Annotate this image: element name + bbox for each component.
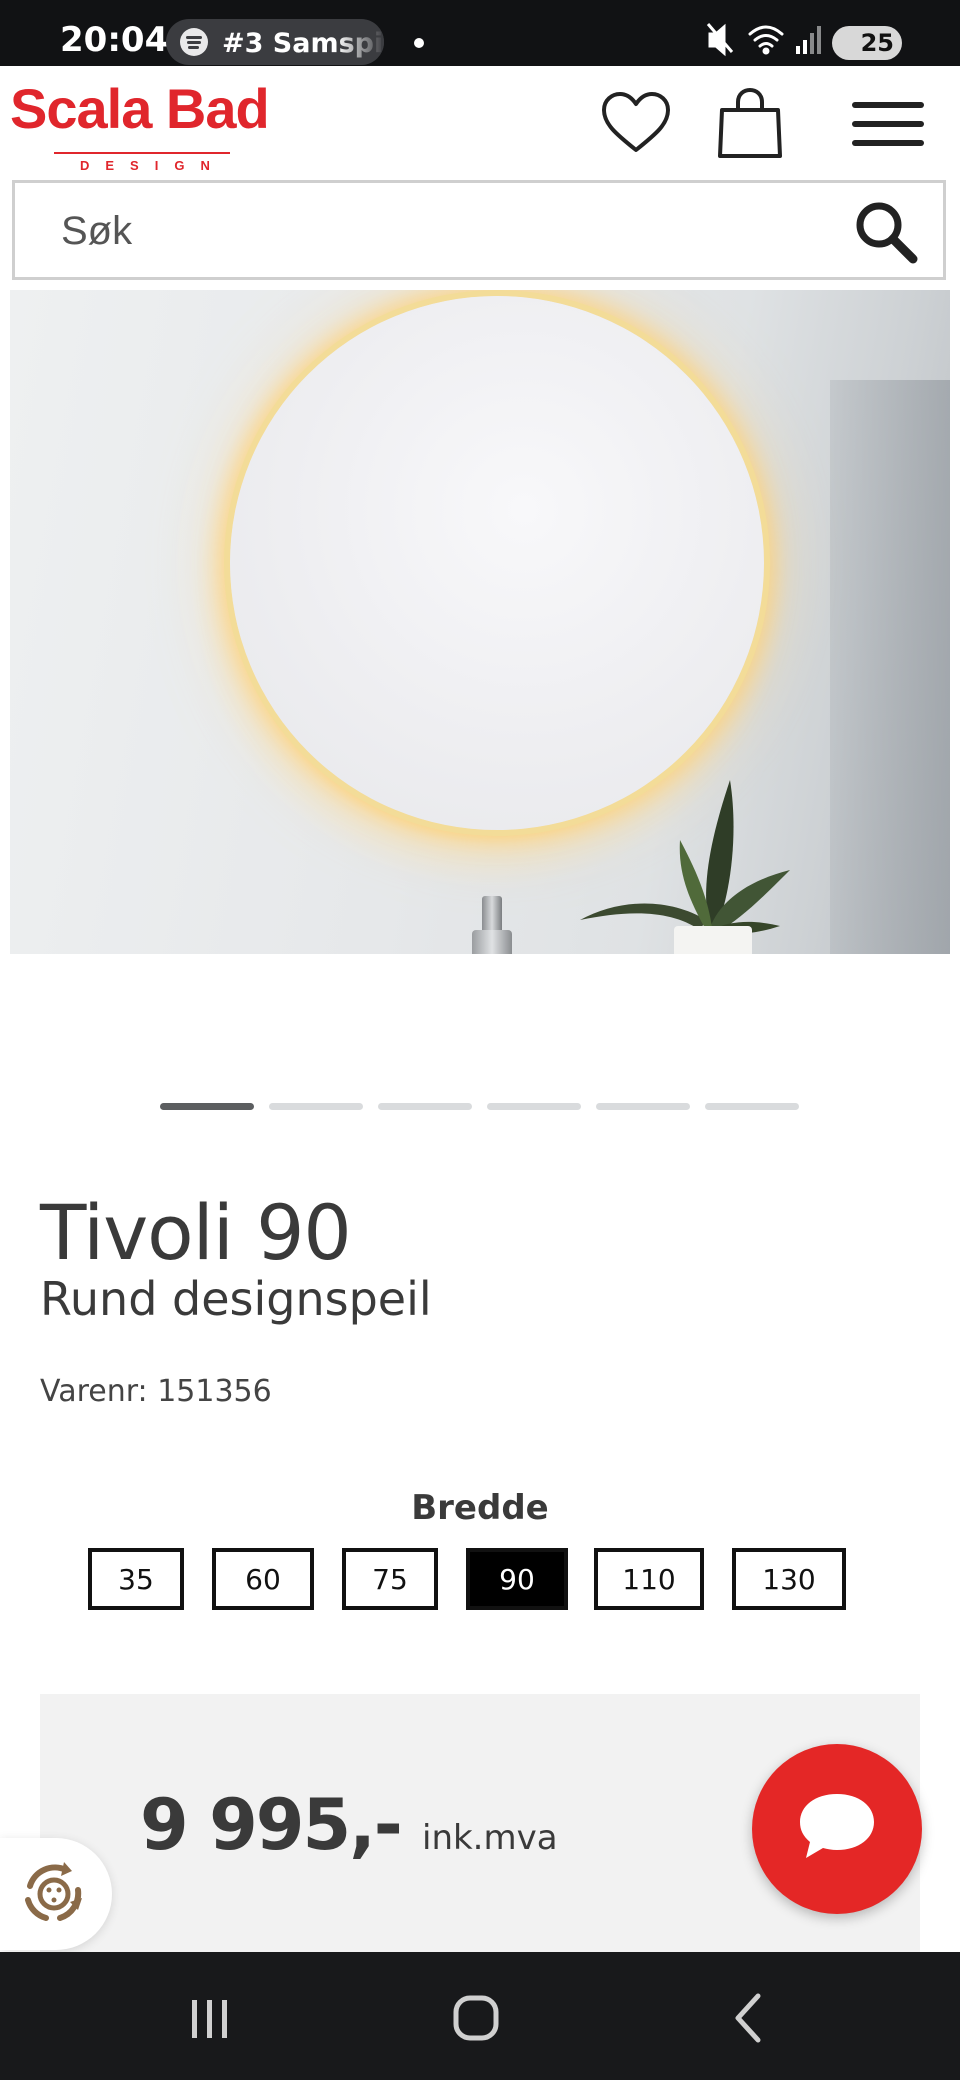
shopping-bag-icon xyxy=(718,87,782,158)
width-option-90[interactable]: 90 xyxy=(466,1548,568,1610)
product-image-gallery[interactable] xyxy=(10,290,950,954)
wishlist-button[interactable] xyxy=(596,84,676,164)
width-option-110[interactable]: 110 xyxy=(594,1548,704,1610)
product-title: Tivoli 90 xyxy=(40,1188,352,1277)
slide-indicator-6[interactable] xyxy=(705,1103,799,1110)
scala-bad-logo[interactable]: Scala Bad DESIGN xyxy=(10,76,295,173)
status-bar: 20:04 #3 Samspil 25 xyxy=(0,0,960,66)
back-icon xyxy=(735,1993,761,2043)
system-navigation-bar xyxy=(0,1952,960,2080)
plant-pot-image xyxy=(674,926,752,954)
status-time: 20:04 xyxy=(60,20,169,60)
search-button[interactable] xyxy=(853,199,919,265)
signal-icon xyxy=(796,26,821,54)
product-sku: Varenr: 151356 xyxy=(40,1374,272,1409)
media-notification-pill[interactable]: #3 Samspil xyxy=(166,19,384,65)
recycle-badge-button[interactable] xyxy=(0,1838,112,1950)
search-input[interactable] xyxy=(61,201,821,261)
chat-bubble-icon xyxy=(800,1794,874,1858)
logo-sub-text: DESIGN xyxy=(80,158,226,173)
width-option-75[interactable]: 75 xyxy=(342,1548,438,1610)
logo-main-text: Scala Bad xyxy=(10,77,270,140)
width-option-35[interactable]: 35 xyxy=(88,1548,184,1610)
recent-apps-button[interactable] xyxy=(170,1980,250,2052)
slide-indicator-2[interactable] xyxy=(269,1103,363,1110)
heart-icon xyxy=(602,92,670,152)
gallery-pagination xyxy=(160,1103,800,1111)
recycle-icon xyxy=(25,1862,82,1921)
slide-indicator-5[interactable] xyxy=(596,1103,690,1110)
slide-indicator-1[interactable] xyxy=(160,1103,254,1110)
search-bar xyxy=(12,180,946,280)
site-header: Scala Bad DESIGN xyxy=(0,66,960,178)
home-icon xyxy=(453,1995,499,2041)
menu-button[interactable] xyxy=(850,84,930,164)
mute-icon xyxy=(706,23,734,57)
home-button[interactable] xyxy=(436,1980,516,2052)
battery-icon: 25 xyxy=(832,26,902,60)
sku-value: 151356 xyxy=(157,1374,272,1409)
spotify-icon xyxy=(180,28,208,56)
back-button[interactable] xyxy=(710,1980,790,2052)
round-mirror-image xyxy=(230,296,764,830)
width-option-60[interactable]: 60 xyxy=(212,1548,314,1610)
width-option-130[interactable]: 130 xyxy=(732,1548,846,1610)
vat-label: ink.mva xyxy=(422,1818,558,1858)
status-icons xyxy=(706,23,821,57)
notification-dot xyxy=(414,38,424,48)
sku-label: Varenr: xyxy=(40,1374,148,1409)
width-selector-label: Bredde xyxy=(411,1488,549,1528)
recent-apps-icon xyxy=(192,2000,227,2038)
slide-indicator-4[interactable] xyxy=(487,1103,581,1110)
slide-indicator-3[interactable] xyxy=(378,1103,472,1110)
product-price: 9 995,- xyxy=(140,1784,403,1866)
cart-button[interactable] xyxy=(710,84,790,164)
wifi-icon xyxy=(748,25,784,55)
search-icon xyxy=(856,202,918,264)
chat-button[interactable] xyxy=(752,1744,922,1914)
hamburger-menu-icon xyxy=(852,102,924,146)
product-subtitle: Rund designspeil xyxy=(40,1272,432,1326)
